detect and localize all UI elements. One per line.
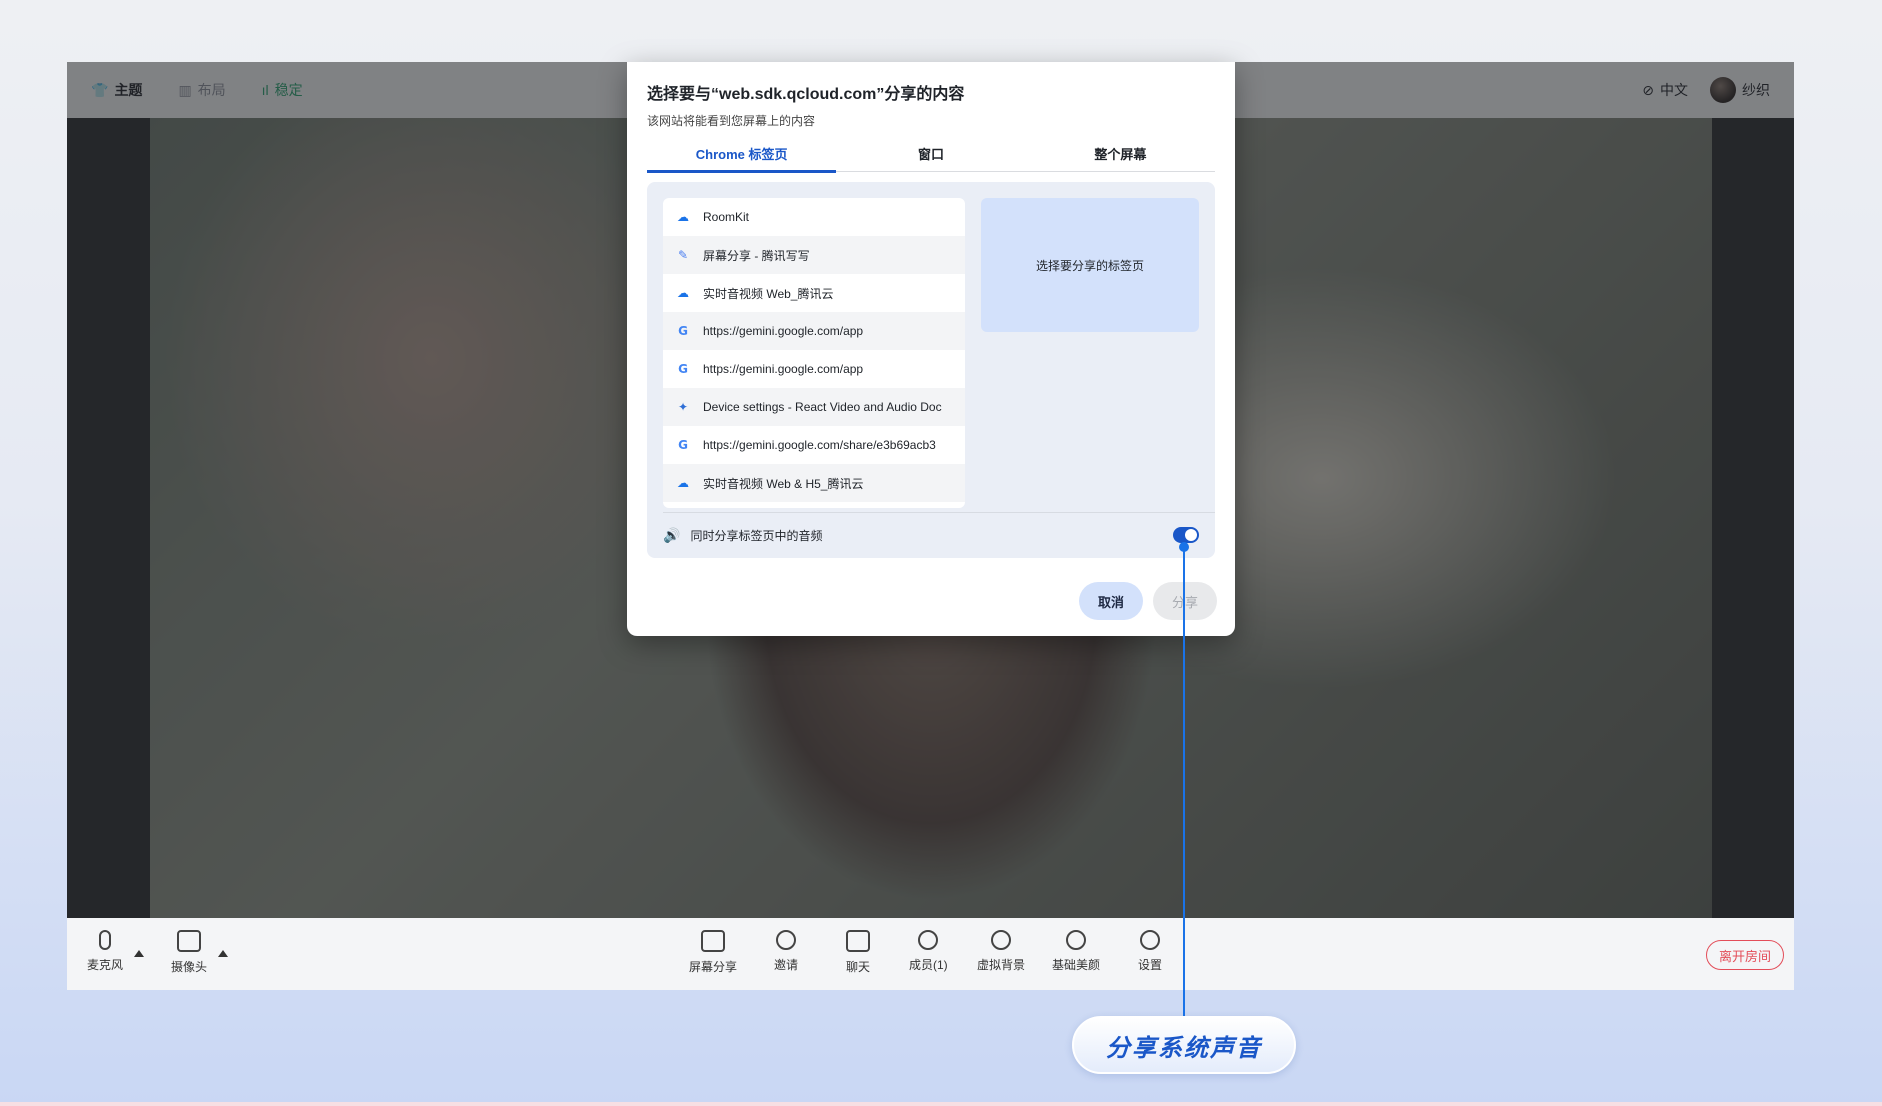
dialog-subtitle: 该网站将能看到您屏幕上的内容: [647, 114, 816, 128]
settings-button[interactable]: 设置: [1138, 930, 1162, 973]
members-button[interactable]: 成员(1): [909, 930, 948, 973]
google-icon: G: [678, 324, 688, 338]
share-picker-dialog: 选择要与“web.sdk.qcloud.com”分享的内容 该网站将能看到您屏幕…: [627, 62, 1235, 636]
add-user-icon: [776, 930, 796, 950]
screen-share-button[interactable]: 屏幕分享: [689, 930, 737, 975]
google-icon: G: [678, 438, 688, 452]
list-item[interactable]: ☁ RoomKit: [663, 198, 965, 236]
list-item[interactable]: ✎ 屏幕分享 - 腾讯写写: [663, 236, 965, 274]
list-item[interactable]: Ghttps://gemini.google.com/app: [663, 312, 965, 350]
share-audio-row: 🔊 同时分享标签页中的音频: [663, 520, 1199, 550]
beauty-icon: [1066, 930, 1086, 950]
list-item[interactable]: ☁ 实时音视频 Web & H5_腾讯云: [663, 464, 965, 502]
list-item-label: 屏幕分享 - 腾讯写写: [703, 248, 810, 263]
bottom-toolbar: 麦克风 摄像头 屏幕分享 邀请 聊天 成员(1) 虚拟背景 基础美颜 设置 离开…: [67, 918, 1794, 990]
screen-share-icon: [701, 930, 725, 952]
list-item-label: https://gemini.google.com/share/e3b69acb…: [703, 438, 936, 452]
annotation-label: 分享系统声音: [1072, 1016, 1296, 1074]
tab-list[interactable]: ☁ RoomKit ✎ 屏幕分享 - 腾讯写写 ☁ 实时音视频 Web_腾讯云 Ght…: [663, 198, 965, 508]
divider: [663, 512, 1215, 513]
bird-icon: ✦: [677, 400, 689, 414]
chat-icon: [846, 930, 870, 952]
tab-entire-screen[interactable]: 整个屏幕: [1026, 144, 1215, 171]
tab-preview: 选择要分享的标签页: [981, 198, 1199, 332]
share-audio-toggle[interactable]: [1173, 527, 1199, 543]
source-tabs: Chrome 标签页 窗口 整个屏幕: [647, 144, 1215, 173]
mic-options-caret-icon[interactable]: [134, 950, 144, 957]
bottom-edge: [0, 1102, 1882, 1106]
list-item-label: https://gemini.google.com/app: [703, 362, 864, 376]
invite-button[interactable]: 邀请: [774, 930, 798, 973]
beauty-label: 基础美颜: [1052, 958, 1101, 972]
invite-label: 邀请: [774, 958, 799, 972]
virtual-background-button[interactable]: 虚拟背景: [977, 930, 1025, 973]
virtual-background-icon: [991, 930, 1011, 950]
camera-icon: [177, 930, 201, 952]
google-icon: G: [678, 362, 688, 376]
annotation-line: [1183, 548, 1185, 1018]
list-item[interactable]: Ghttps://gemini.google.com/app: [663, 350, 965, 388]
cancel-button[interactable]: 取消: [1079, 582, 1143, 620]
speaker-icon: 🔊: [663, 526, 681, 543]
camera-label: 摄像头: [171, 960, 208, 974]
list-item[interactable]: ☁ 实时音视频 Web_腾讯云: [663, 274, 965, 312]
camera-options-caret-icon[interactable]: [218, 950, 228, 957]
list-item-label: 实时音视频 Web_腾讯云: [703, 286, 834, 301]
mic-label: 麦克风: [87, 958, 124, 972]
list-item-label: 实时音视频 Web & H5_腾讯云: [703, 476, 864, 491]
cloud-icon: ☁: [677, 476, 689, 490]
beauty-button[interactable]: 基础美颜: [1052, 930, 1100, 973]
list-item[interactable]: Ghttps://gemini.google.com/share/e3b69ac…: [663, 426, 965, 464]
microphone-icon: [99, 930, 111, 950]
list-item-label: Device settings - React Video and Audio …: [703, 400, 942, 414]
mic-button[interactable]: 麦克风: [87, 930, 123, 973]
chat-label: 聊天: [846, 960, 871, 974]
leave-room-button[interactable]: 离开房间: [1705, 940, 1784, 970]
settings-label: 设置: [1138, 958, 1163, 972]
tab-chrome-tabs[interactable]: Chrome 标签页: [647, 144, 837, 173]
dialog-title: 选择要与“web.sdk.qcloud.com”分享的内容: [647, 86, 965, 103]
virtual-background-label: 虚拟背景: [977, 958, 1026, 972]
chat-button[interactable]: 聊天: [846, 930, 870, 975]
members-icon: [918, 930, 939, 950]
share-audio-label: 同时分享标签页中的音频: [690, 528, 823, 543]
list-item[interactable]: ✦ Device settings - React Video and Audio…: [663, 388, 965, 426]
tab-window[interactable]: 窗口: [836, 144, 1025, 171]
pen-icon: ✎: [677, 248, 689, 262]
list-item-label: RoomKit: [703, 210, 750, 224]
cloud-icon: ☁: [677, 210, 689, 224]
camera-button[interactable]: 摄像头: [171, 930, 207, 975]
list-item-label: https://gemini.google.com/app: [703, 324, 864, 338]
tab-panel: ☁ RoomKit ✎ 屏幕分享 - 腾讯写写 ☁ 实时音视频 Web_腾讯云 Ght…: [647, 182, 1215, 558]
gear-icon: [1140, 930, 1160, 950]
share-button[interactable]: 分享: [1153, 582, 1217, 620]
members-label: 成员(1): [909, 958, 948, 972]
screen-share-label: 屏幕分享: [689, 960, 738, 974]
cloud-icon: ☁: [677, 286, 689, 300]
